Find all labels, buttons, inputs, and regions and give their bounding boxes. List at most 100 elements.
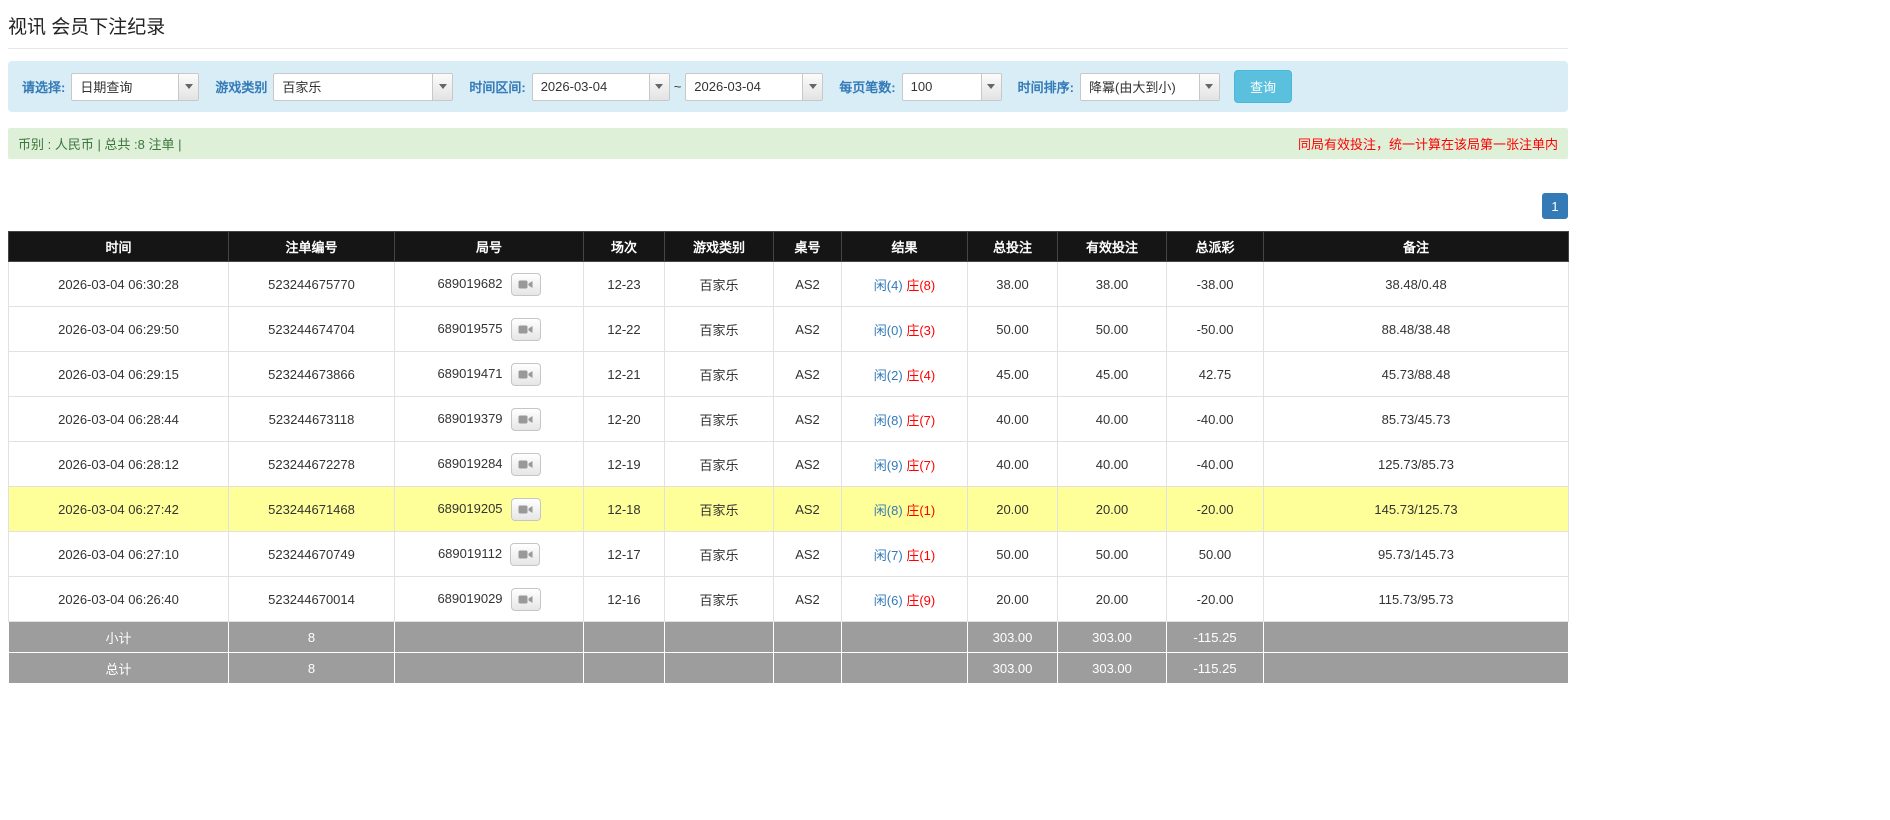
sort-order-combobox xyxy=(1079,72,1220,101)
table-row: 2026-03-04 06:26:40 523244670014 689019029… xyxy=(8,576,1569,622)
summary-empty-cell xyxy=(664,652,774,684)
result-cell: 闲(4) 庄(8) xyxy=(841,261,968,307)
page-header: 视讯 会员下注纪录 xyxy=(8,12,1568,49)
valid-bet-cell: 20.00 xyxy=(1057,576,1167,622)
total-bet-link[interactable]: 20.00 xyxy=(967,576,1058,622)
per-page-dropdown-button[interactable] xyxy=(980,73,1001,100)
table-no-cell: AS2 xyxy=(773,531,842,577)
sort-order-label: 时间排序: xyxy=(1017,80,1074,95)
result-banker: 庄(4) xyxy=(906,367,936,383)
note-cell: 145.73/125.73 xyxy=(1263,486,1569,532)
table-row: 2026-03-04 06:28:12 523244672278 689019284… xyxy=(8,441,1569,487)
round-cell: 689019205 xyxy=(394,486,584,532)
note-cell: 88.48/38.48 xyxy=(1263,306,1569,352)
time-cell: 2026-03-04 06:29:50 xyxy=(8,306,229,352)
bet-id-cell: 523244672278 xyxy=(228,441,395,487)
sort-order-input[interactable] xyxy=(1080,73,1199,100)
query-type-dropdown-button[interactable] xyxy=(178,73,199,100)
records-table: 时间 注单编号 局号 场次 游戏类别 桌号 结果 总投注 有效投注 总派彩 备注 2026-03-0… xyxy=(8,231,1569,684)
per-page-label: 每页笔数: xyxy=(839,80,896,95)
total-bet-link[interactable]: 50.00 xyxy=(967,531,1058,577)
video-camera-icon xyxy=(518,550,533,558)
result-banker: 庄(3) xyxy=(906,322,936,338)
result-player: 闲(2) xyxy=(873,367,903,383)
round-number: 689019284 xyxy=(437,455,503,471)
round-number: 689019029 xyxy=(437,590,503,606)
table-no-cell: AS2 xyxy=(773,486,842,532)
video-replay-button[interactable] xyxy=(510,452,541,476)
payout-cell: -38.00 xyxy=(1166,261,1264,307)
video-replay-button[interactable] xyxy=(510,497,541,521)
game-type-cell: 百家乐 xyxy=(664,531,774,577)
per-page-input[interactable] xyxy=(902,73,981,100)
bet-id-cell: 523244670749 xyxy=(228,531,395,577)
table-row: 2026-03-04 06:28:44 523244673118 689019379… xyxy=(8,396,1569,442)
game-type-combobox xyxy=(273,72,454,101)
sort-order-dropdown-button[interactable] xyxy=(1198,73,1219,100)
result-player: 闲(8) xyxy=(873,412,903,428)
date-to-input[interactable] xyxy=(686,73,803,100)
video-replay-button[interactable] xyxy=(510,542,541,566)
summary-payout: -115.25 xyxy=(1166,652,1264,684)
total-bet-link[interactable]: 45.00 xyxy=(967,351,1058,397)
query-type-label: 请选择: xyxy=(22,80,66,95)
summary-empty-cell xyxy=(841,621,968,653)
valid-bet-cell: 20.00 xyxy=(1057,486,1167,532)
total-bet-link[interactable]: 40.00 xyxy=(967,441,1058,487)
video-camera-icon xyxy=(518,460,533,468)
video-camera-icon xyxy=(518,370,533,378)
round-number: 689019682 xyxy=(437,275,503,291)
total-bet-link[interactable]: 50.00 xyxy=(967,306,1058,352)
result-cell: 闲(8) 庄(7) xyxy=(841,396,968,442)
valid-bet-cell: 40.00 xyxy=(1057,441,1167,487)
game-type-cell: 百家乐 xyxy=(664,396,774,442)
table-no-cell: AS2 xyxy=(773,306,842,352)
round-cell: 689019284 xyxy=(394,441,584,487)
round-number: 689019205 xyxy=(437,500,503,516)
video-replay-button[interactable] xyxy=(510,587,541,611)
result-player: 闲(7) xyxy=(873,547,903,563)
result-cell: 闲(0) 庄(3) xyxy=(841,306,968,352)
date-to-dropdown-button[interactable] xyxy=(802,73,823,100)
session-cell: 12-16 xyxy=(583,576,665,622)
table-header-row: 时间 注单编号 局号 场次 游戏类别 桌号 结果 总投注 有效投注 总派彩 备注 xyxy=(8,231,1569,262)
session-cell: 12-17 xyxy=(583,531,665,577)
total-bet-link[interactable]: 20.00 xyxy=(967,486,1058,532)
page-button-1[interactable]: 1 xyxy=(1542,193,1568,219)
video-replay-button[interactable] xyxy=(510,407,541,431)
result-banker: 庄(7) xyxy=(906,457,936,473)
summary-empty-cell xyxy=(773,652,842,684)
date-from-dropdown-button[interactable] xyxy=(648,73,669,100)
note-cell: 95.73/145.73 xyxy=(1263,531,1569,577)
payout-cell: -50.00 xyxy=(1166,306,1264,352)
summary-label: 总计 xyxy=(8,652,229,684)
payout-cell: 50.00 xyxy=(1166,531,1264,577)
result-player: 闲(8) xyxy=(873,502,903,518)
game-type-cell: 百家乐 xyxy=(664,576,774,622)
table-no-cell: AS2 xyxy=(773,261,842,307)
video-replay-button[interactable] xyxy=(510,317,541,341)
payout-cell: -40.00 xyxy=(1166,396,1264,442)
bet-id-cell: 523244673118 xyxy=(228,396,395,442)
query-type-input[interactable] xyxy=(72,73,179,100)
game-type-cell: 百家乐 xyxy=(664,486,774,532)
page-title: 视讯 会员下注纪录 xyxy=(8,17,166,38)
search-button[interactable]: 查询 xyxy=(1233,70,1292,103)
total-bet-link[interactable]: 38.00 xyxy=(967,261,1058,307)
game-type-cell: 百家乐 xyxy=(664,441,774,487)
time-cell: 2026-03-04 06:30:28 xyxy=(8,261,229,307)
game-type-input[interactable] xyxy=(274,73,433,100)
time-cell: 2026-03-04 06:27:10 xyxy=(8,531,229,577)
pagination: 1 xyxy=(8,193,1568,219)
date-from-input[interactable] xyxy=(532,73,649,100)
total-bet-link[interactable]: 40.00 xyxy=(967,396,1058,442)
table-row: 2026-03-04 06:27:10 523244670749 689019112… xyxy=(8,531,1569,577)
video-replay-button[interactable] xyxy=(510,362,541,386)
video-replay-button[interactable] xyxy=(510,272,541,296)
note-cell: 125.73/85.73 xyxy=(1263,441,1569,487)
result-cell: 闲(6) 庄(9) xyxy=(841,576,968,622)
game-type-cell: 百家乐 xyxy=(664,261,774,307)
bet-id-cell: 523244674704 xyxy=(228,306,395,352)
summary-total-bet: 303.00 xyxy=(967,621,1058,653)
game-type-dropdown-button[interactable] xyxy=(432,73,453,100)
